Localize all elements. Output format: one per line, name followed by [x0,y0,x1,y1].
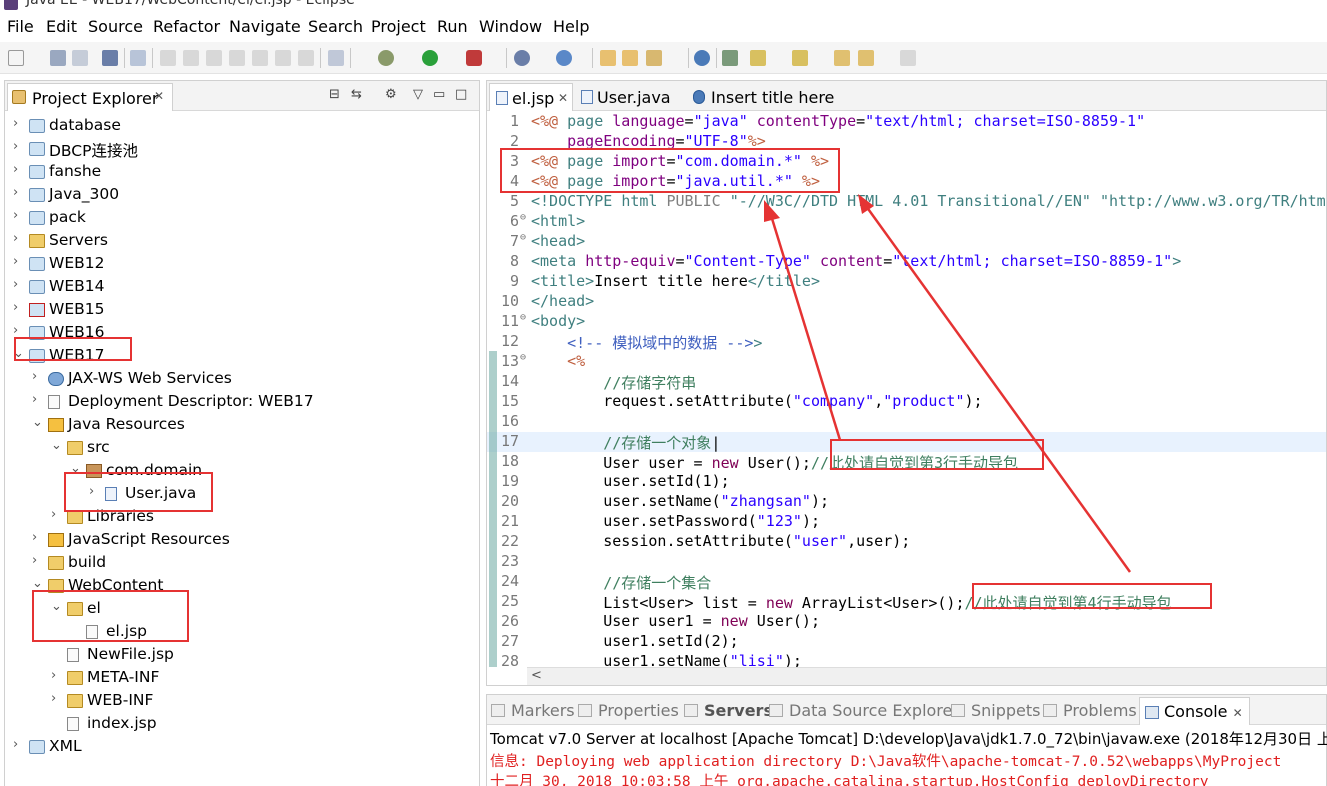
arrow-to-line4 [864,205,1132,573]
arrow-to-line3 [768,211,842,441]
arrowhead [858,194,874,214]
arrowhead [764,200,780,222]
annotation-arrows [764,194,1132,573]
